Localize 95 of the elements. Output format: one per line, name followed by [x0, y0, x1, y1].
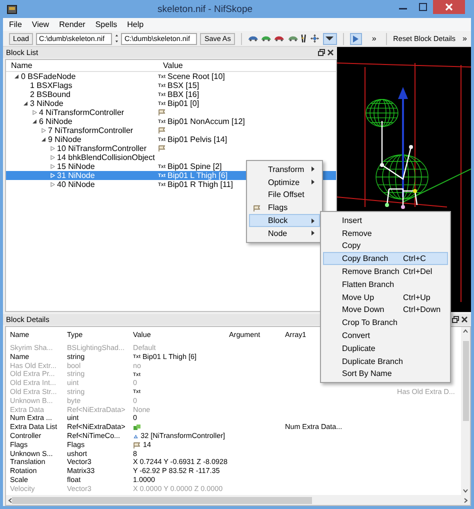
menu-item[interactable]: View	[32, 20, 50, 29]
link-icon	[133, 432, 139, 440]
flag-icon	[158, 127, 166, 134]
flag-icon	[158, 145, 166, 152]
node-value: Bip01 R Thigh [11]	[168, 180, 234, 189]
menu-item[interactable]: Crop To Branch	[323, 316, 448, 330]
node-value: BSX [15]	[168, 81, 200, 90]
menu-item[interactable]: Copy Branch Ctrl+C	[323, 252, 448, 266]
move-icon[interactable]	[310, 33, 320, 44]
wireframe-sphere	[366, 99, 398, 127]
node-value: Bip01 Pelvis [14]	[168, 135, 228, 144]
maximize-icon	[419, 3, 427, 11]
menu-item[interactable]: Remove	[323, 226, 448, 240]
node-name[interactable]: 1 BSXFlags	[30, 81, 72, 90]
expanded-arrow-icon[interactable]	[23, 101, 28, 106]
collapsed-arrow-icon[interactable]	[32, 110, 37, 115]
node-value: Bip01 Spine [2]	[168, 162, 222, 171]
float-icon[interactable]	[452, 316, 459, 323]
flag-icon	[158, 109, 166, 116]
toolbar-overflow[interactable]: »	[368, 34, 380, 43]
car-icon[interactable]	[288, 35, 298, 42]
float-icon[interactable]	[318, 49, 325, 56]
collapsed-arrow-icon[interactable]	[50, 146, 55, 151]
figure-icon[interactable]	[301, 33, 308, 44]
close-icon[interactable]	[327, 49, 334, 56]
horizontal-scrollbar[interactable]	[6, 495, 470, 505]
node-name[interactable]: 2 BSBound	[30, 90, 70, 99]
scroll-left-icon[interactable]	[8, 498, 12, 502]
menu-item[interactable]: Duplicate	[323, 342, 448, 355]
car-icon[interactable]	[274, 35, 285, 42]
car-icon[interactable]	[248, 35, 258, 42]
menu-item[interactable]: Sort By Name	[323, 368, 448, 380]
menu-item[interactable]: Node	[249, 226, 320, 240]
node-name[interactable]: 14 bhkBlendCollisionObject	[57, 153, 155, 162]
node-value: Scene Root [10]	[168, 72, 225, 81]
menu-item[interactable]: Remove Branch Ctrl+Del	[323, 265, 448, 278]
play-button[interactable]	[350, 32, 362, 44]
expanded-arrow-icon[interactable]	[14, 74, 19, 79]
menu-item[interactable]: Move Up Ctrl+Up	[323, 290, 448, 304]
node-value: Bip01 L Thigh [6]	[168, 171, 228, 180]
scroll-down-icon[interactable]	[463, 489, 468, 493]
menu-item[interactable]: Help	[127, 20, 144, 29]
node-value: Bip01 NonAccum [12]	[168, 117, 245, 126]
node-value: BBX [16]	[168, 90, 200, 99]
node-name[interactable]: 15 NiNode	[57, 162, 95, 171]
node-name[interactable]: 40 NiNode	[57, 180, 95, 189]
play-icon	[352, 34, 360, 42]
flag-icon	[133, 442, 141, 449]
node-name[interactable]: 6 NiNode	[39, 117, 72, 126]
app-icon	[7, 4, 17, 14]
spinner-icon[interactable]	[115, 33, 118, 44]
dropdown-button[interactable]	[322, 32, 337, 44]
node-name[interactable]: 4 NiTransformController	[39, 108, 124, 117]
menu-item[interactable]: Optimize	[249, 176, 320, 189]
blocks-icon	[133, 424, 141, 432]
menu-item[interactable]: Block	[249, 214, 320, 227]
collapsed-arrow-icon[interactable]	[41, 128, 46, 133]
menu-item[interactable]: File	[9, 20, 22, 29]
toolbar-overflow[interactable]: »	[458, 34, 471, 43]
expanded-arrow-icon[interactable]	[32, 119, 37, 124]
menu-item[interactable]: Move Down Ctrl+Down	[323, 304, 448, 316]
node-name[interactable]: 10 NiTransformController	[57, 144, 147, 153]
menu-item[interactable]: Flatten Branch	[323, 278, 448, 291]
menu-item[interactable]: Copy	[323, 240, 448, 252]
scroll-right-icon[interactable]	[464, 498, 468, 502]
expanded-arrow-icon[interactable]	[41, 137, 46, 142]
menu-item[interactable]: File Offset	[249, 188, 320, 202]
collapsed-arrow-icon[interactable]	[50, 182, 55, 187]
menu-item[interactable]: Render	[59, 20, 86, 29]
collapsed-arrow-icon[interactable]	[50, 155, 55, 160]
flag-icon	[253, 205, 261, 212]
menu-item[interactable]: Flags	[249, 201, 320, 214]
column-header[interactable]: Value	[158, 61, 183, 70]
close-icon[interactable]	[461, 316, 468, 323]
node-name[interactable]: 7 NiTransformController	[48, 126, 134, 135]
menu-item[interactable]: Transform	[249, 163, 320, 176]
node-name[interactable]: 9 NiNode	[48, 135, 82, 144]
caret-icon	[325, 36, 334, 41]
scroll-up-icon[interactable]	[463, 329, 468, 333]
node-name[interactable]: 0 BSFadeNode	[21, 72, 76, 81]
close-icon	[445, 3, 453, 11]
collapsed-arrow-icon[interactable]	[50, 164, 55, 169]
car-icon[interactable]	[261, 35, 272, 42]
wireframe-sphere	[376, 154, 428, 200]
menu-item[interactable]: Duplicate Branch	[323, 354, 448, 368]
menu-item[interactable]: Spells	[95, 20, 118, 29]
vertical-scrollbar[interactable]	[461, 327, 470, 495]
menu-item[interactable]: Convert	[323, 329, 448, 342]
close-button[interactable]	[433, 0, 465, 14]
node-value: Bip01 [0]	[168, 99, 200, 108]
menu-item[interactable]: Insert	[323, 214, 448, 227]
axis-line	[402, 168, 471, 202]
column-header[interactable]: Name	[6, 61, 158, 70]
node-name[interactable]: 3 NiNode	[30, 99, 64, 108]
window-title: skeleton.nif - NifSkope	[156, 4, 254, 14]
